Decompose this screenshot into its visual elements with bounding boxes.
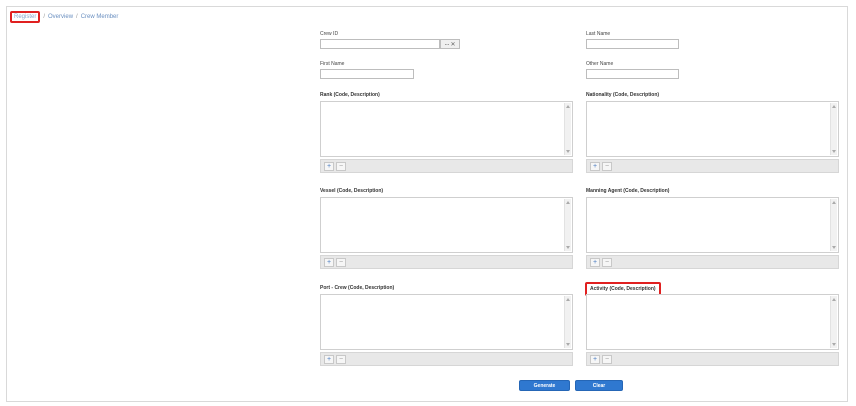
first-name-input[interactable] xyxy=(320,69,414,79)
manning-agent-toolbar: + − xyxy=(586,255,839,269)
last-name-input[interactable] xyxy=(586,39,679,49)
rank-add-button[interactable]: + xyxy=(324,161,334,171)
crew-id-input[interactable] xyxy=(320,39,440,49)
vessel-panel-title: Vessel (Code, Description) xyxy=(320,188,384,194)
vessel-scrollbar[interactable] xyxy=(564,199,571,251)
port-crew-toolbar: + − xyxy=(320,352,573,366)
port-crew-add-button[interactable]: + xyxy=(324,354,334,364)
vessel-remove-button[interactable]: − xyxy=(336,257,346,267)
clear-button[interactable]: Clear xyxy=(575,380,623,391)
port-crew-scrollbar[interactable] xyxy=(564,296,571,348)
first-name-label: First Name xyxy=(320,61,345,67)
clear-x-icon[interactable]: ✕ xyxy=(450,41,455,48)
activity-listbox[interactable] xyxy=(586,294,839,350)
nationality-add-button[interactable]: + xyxy=(590,161,600,171)
port-crew-panel-title: Port - Crew (Code, Description) xyxy=(320,285,395,291)
nationality-scrollbar[interactable] xyxy=(830,103,837,155)
rank-panel-title: Rank (Code, Description) xyxy=(320,92,380,98)
manning-agent-panel-title: Manning Agent (Code, Description) xyxy=(586,188,670,194)
lookup-ellipsis: ... xyxy=(444,41,450,47)
activity-toolbar: + − xyxy=(586,352,839,366)
port-crew-listbox[interactable] xyxy=(320,294,573,350)
nationality-listbox[interactable] xyxy=(586,101,839,157)
other-name-input[interactable] xyxy=(586,69,679,79)
other-name-label: Other Name xyxy=(586,61,614,67)
rank-remove-button[interactable]: − xyxy=(336,161,346,171)
activity-add-button[interactable]: + xyxy=(590,354,600,364)
rank-toolbar: + − xyxy=(320,159,573,173)
generate-button[interactable]: Generate xyxy=(519,380,570,391)
last-name-label: Last Name xyxy=(586,31,611,37)
manning-agent-scrollbar[interactable] xyxy=(830,199,837,251)
crew-id-label: Crew ID xyxy=(320,31,339,37)
activity-scrollbar[interactable] xyxy=(830,296,837,348)
manning-agent-add-button[interactable]: + xyxy=(590,257,600,267)
breadcrumb-overview-link[interactable]: Overview xyxy=(48,14,73,20)
nationality-remove-button[interactable]: − xyxy=(602,161,612,171)
vessel-toolbar: + − xyxy=(320,255,573,269)
manning-agent-listbox[interactable] xyxy=(586,197,839,253)
activity-remove-button[interactable]: − xyxy=(602,354,612,364)
breadcrumb-register-link[interactable]: Register xyxy=(10,11,41,23)
breadcrumb: Register / Overview / Crew Member xyxy=(10,11,118,23)
breadcrumb-separator: / xyxy=(76,14,78,20)
breadcrumb-separator: / xyxy=(43,14,46,20)
rank-scrollbar[interactable] xyxy=(564,103,571,155)
rank-listbox[interactable] xyxy=(320,101,573,157)
manning-agent-remove-button[interactable]: − xyxy=(602,257,612,267)
breadcrumb-current: Crew Member xyxy=(80,14,119,20)
port-crew-remove-button[interactable]: − xyxy=(336,354,346,364)
nationality-panel-title: Nationality (Code, Description) xyxy=(586,92,660,98)
crew-id-lookup-button[interactable]: ... ✕ xyxy=(440,39,460,49)
nationality-toolbar: + − xyxy=(586,159,839,173)
vessel-listbox[interactable] xyxy=(320,197,573,253)
vessel-add-button[interactable]: + xyxy=(324,257,334,267)
